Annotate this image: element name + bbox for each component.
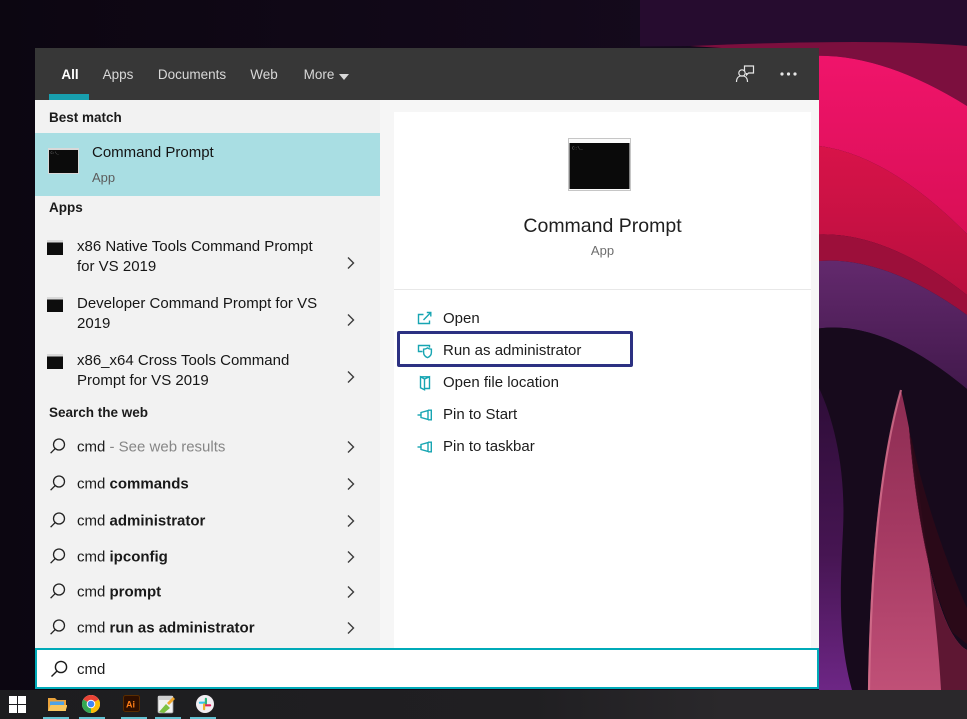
svg-text:C:\_: C:\_ [51,151,60,156]
svg-text:C:\_: C:\_ [572,146,583,152]
svg-text:Ai: Ai [126,700,135,710]
